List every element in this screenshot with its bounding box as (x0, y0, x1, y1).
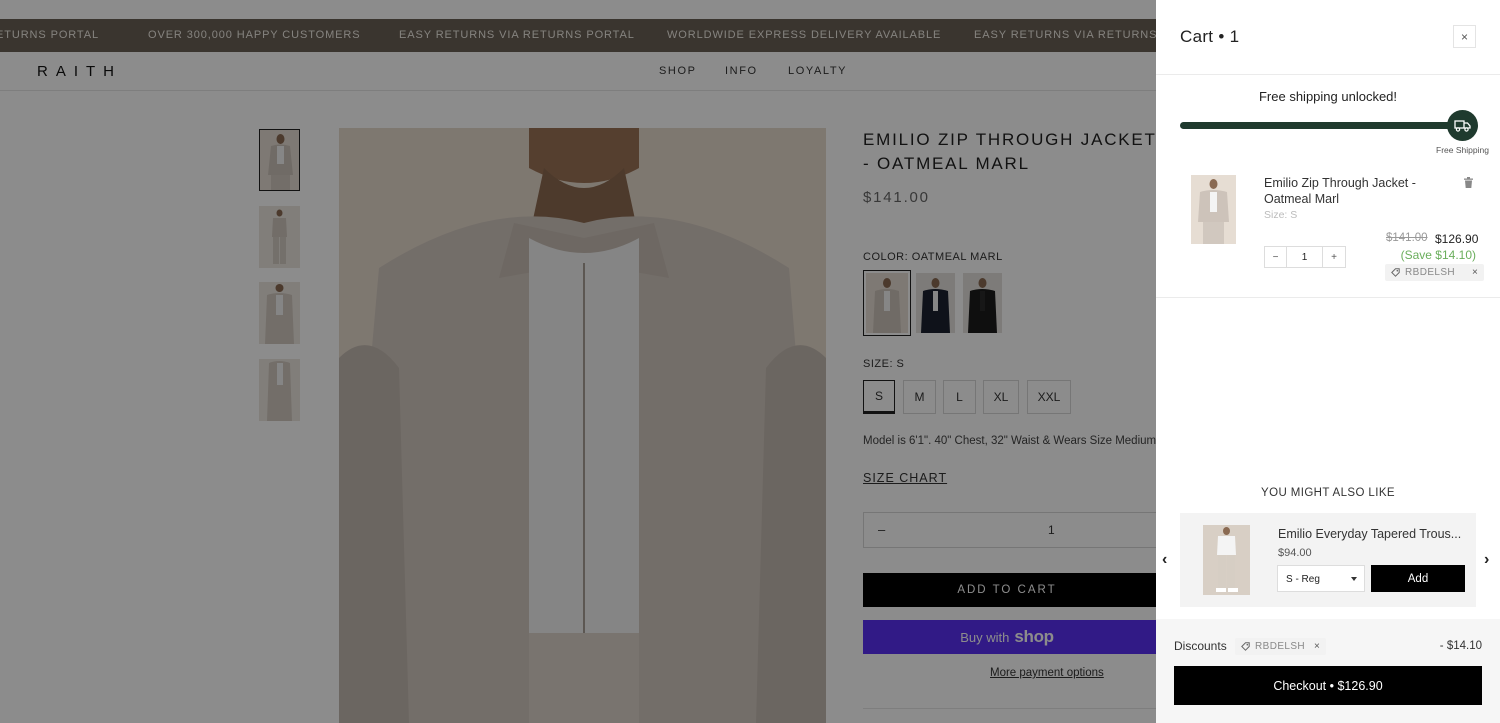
tag-icon (1391, 268, 1400, 277)
cart-qty-decrease-button[interactable]: − (1265, 247, 1287, 267)
caret-down-icon (1351, 577, 1357, 581)
truck-icon (1447, 110, 1478, 141)
discount-code: RBDELSH (1405, 267, 1456, 278)
chevron-left-icon[interactable]: ‹ (1162, 551, 1167, 569)
discount-amount: - $14.10 (1439, 640, 1482, 652)
close-icon[interactable]: × (1453, 25, 1476, 48)
tag-icon (1241, 642, 1250, 651)
cart-item-discount-chip: RBDELSH × (1385, 264, 1485, 281)
cart-item-image[interactable] (1191, 175, 1236, 244)
product-page: ETURNS PORTAL OVER 300,000 HAPPY CUSTOME… (0, 0, 1500, 723)
cart-item-size: Size: S (1264, 209, 1298, 221)
recommendation-card: Emilio Everyday Tapered Trous... $94.00 … (1180, 513, 1476, 607)
checkout-button[interactable]: Checkout • $126.90 (1174, 666, 1482, 705)
variant-select[interactable]: S - Reg (1277, 565, 1365, 592)
cart-drawer: Cart • 1 × Free shipping unlocked! Free … (1156, 0, 1500, 723)
free-shipping-progress-bar (1180, 122, 1471, 129)
divider (1156, 297, 1500, 298)
free-shipping-label: Free Shipping (1436, 145, 1489, 155)
discount-chip: RBDELSH × (1235, 638, 1327, 655)
divider (1156, 74, 1500, 75)
cart-footer: Discounts RBDELSH × - $14.10 Checkout • … (1156, 619, 1500, 723)
page-overlay[interactable] (0, 0, 1156, 723)
cart-item-original-price: $141.00 (1386, 232, 1428, 244)
recommendation-image[interactable] (1203, 525, 1250, 595)
add-recommendation-button[interactable]: Add (1371, 565, 1465, 592)
remove-discount-button[interactable]: × (1472, 267, 1478, 278)
cart-qty-value[interactable]: 1 (1287, 247, 1323, 267)
cart-item-sale-price: $126.90 (1435, 232, 1479, 246)
chevron-right-icon[interactable]: › (1484, 551, 1489, 569)
cart-item-name[interactable]: Emilio Zip Through Jacket - Oatmeal Marl (1264, 175, 1444, 207)
discounts-label: Discounts (1174, 639, 1227, 653)
cart-qty-increase-button[interactable]: + (1323, 247, 1345, 267)
cart-title: Cart • 1 (1180, 27, 1240, 46)
recommendation-price: $94.00 (1278, 547, 1312, 559)
cart-qty-stepper: − 1 + (1264, 246, 1346, 268)
variant-select-value: S - Reg (1286, 574, 1320, 585)
trash-icon[interactable] (1464, 175, 1473, 193)
free-shipping-message: Free shipping unlocked! (1258, 89, 1398, 104)
recommendations-heading: YOU MIGHT ALSO LIKE (1261, 487, 1395, 499)
cart-item-savings: (Save $14.10) (1400, 248, 1476, 262)
remove-discount-button[interactable]: × (1314, 641, 1320, 652)
recommendation-name[interactable]: Emilio Everyday Tapered Trous... (1278, 527, 1468, 541)
discount-code: RBDELSH (1255, 641, 1306, 652)
